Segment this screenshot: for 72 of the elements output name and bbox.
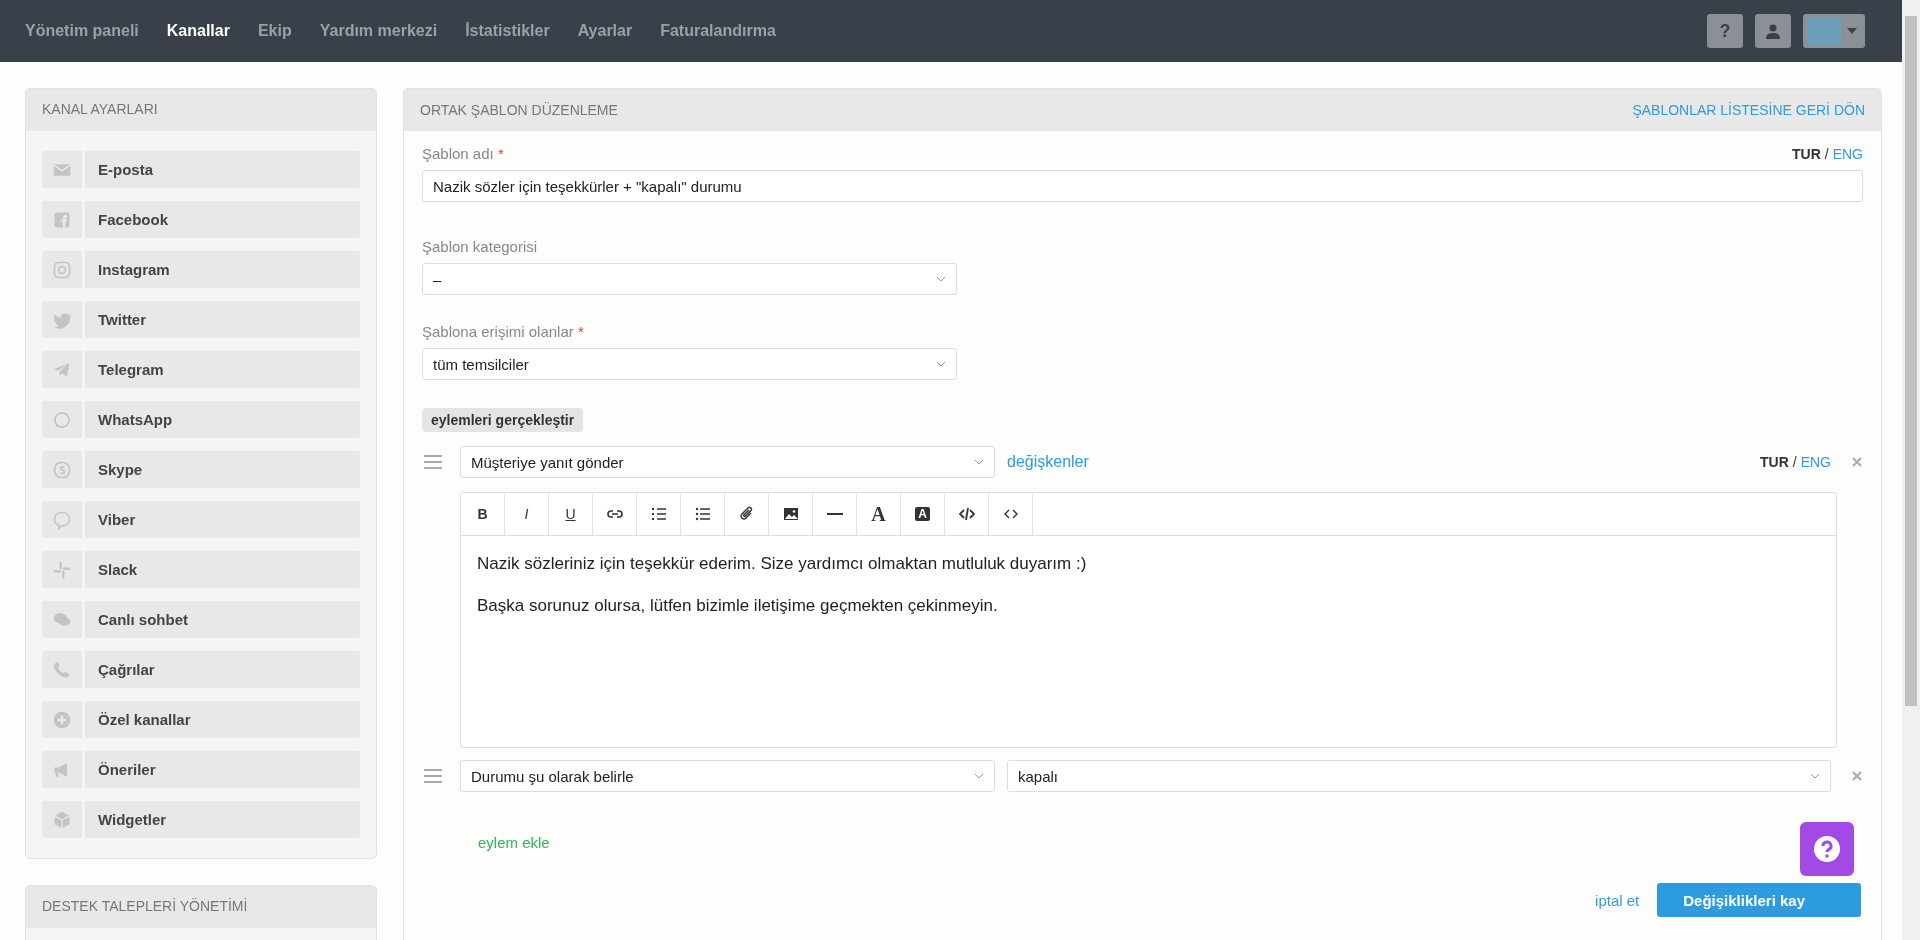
section-badge: eylemleri gerçekleştir bbox=[422, 408, 584, 432]
panel-title: KANAL AYARLARI bbox=[26, 89, 376, 131]
panel-title: ORTAK ŞABLON DÜZENLEME bbox=[420, 102, 618, 118]
channel-item[interactable]: Özel kanallar bbox=[85, 701, 360, 738]
avatar-placeholder bbox=[1807, 17, 1841, 45]
message-paragraph: Nazik sözleriniz için teşekkür ederim. Size yardımcı olmaktan mutluluk duyarım :) bbox=[477, 554, 1088, 574]
channel-item[interactable]: Telegram bbox=[85, 351, 360, 388]
slack-icon bbox=[52, 559, 72, 580]
caret-icon bbox=[1847, 28, 1857, 34]
message-paragraph: Başka sorunuz olursa, lütfen bizimle iletişime geçmekten çekinmeyin. bbox=[477, 596, 999, 616]
horizontal-rule-icon bbox=[826, 513, 843, 515]
channel-item[interactable]: Skype bbox=[85, 451, 360, 488]
bullet-list-icon bbox=[694, 506, 711, 522]
chevron-down-icon bbox=[974, 459, 984, 465]
field-label: Şablon adı * bbox=[422, 145, 504, 162]
plus-icon bbox=[52, 709, 72, 730]
input-field[interactable]: Nazik sözler için teşekkürler + "kapalı" durumu bbox=[422, 170, 1863, 202]
help-widget-button[interactable] bbox=[1800, 822, 1854, 876]
image-icon bbox=[782, 506, 799, 522]
paperclip-icon bbox=[738, 506, 755, 522]
drag-handle-icon[interactable] bbox=[424, 455, 442, 469]
nav-link[interactable]: Faturalandırma bbox=[660, 22, 776, 40]
select-field[interactable]: – bbox=[422, 263, 957, 295]
rich-text-editor[interactable]: B I U A A Nazik sözleriniz için teşekkür ederim. Size yardımcı olmaktan mutluluk duyarım :) Başka sorunuz olursa, lütfen bizimle iletişime geçmekten çekinmeyin. bbox=[460, 492, 1837, 748]
numbered-list-icon bbox=[650, 506, 667, 522]
user-button[interactable] bbox=[1755, 14, 1791, 48]
nav-link[interactable]: Ekip bbox=[257, 22, 292, 40]
select-field[interactable]: Müşteriye yanıt gönder bbox=[460, 446, 995, 478]
chevron-down-icon bbox=[1810, 773, 1820, 779]
language-tab[interactable]: TUR bbox=[1760, 454, 1789, 470]
instagram-icon bbox=[52, 259, 72, 280]
channel-item[interactable]: Çağrılar bbox=[85, 651, 360, 688]
nav-link[interactable]: Yardım merkezi bbox=[319, 22, 438, 40]
close-icon[interactable] bbox=[1851, 456, 1863, 468]
skype-icon bbox=[52, 459, 72, 480]
scrollbar[interactable] bbox=[1902, 0, 1920, 940]
nav-link[interactable]: Yönetim paneli bbox=[25, 22, 139, 40]
channel-item[interactable]: Öneriler bbox=[85, 751, 360, 788]
drag-handle-icon[interactable] bbox=[424, 769, 442, 783]
field-label: Şablon kategorisi bbox=[422, 238, 538, 255]
user-icon bbox=[1765, 23, 1781, 39]
channel-item[interactable]: E-posta bbox=[85, 151, 360, 188]
channel-item[interactable]: Instagram bbox=[85, 251, 360, 288]
phone-icon bbox=[52, 659, 72, 680]
close-icon[interactable] bbox=[1851, 770, 1863, 782]
nav-link[interactable]: Kanallar bbox=[166, 22, 230, 40]
language-separator: / bbox=[1824, 146, 1829, 162]
code-icon bbox=[958, 506, 975, 522]
box-icon bbox=[52, 809, 72, 830]
channel-item[interactable]: Slack bbox=[85, 551, 360, 588]
channel-item[interactable]: WhatsApp bbox=[85, 401, 360, 438]
channel-item[interactable]: Widgetler bbox=[85, 801, 360, 838]
language-tab[interactable]: TUR bbox=[1792, 146, 1821, 162]
channel-item[interactable]: Twitter bbox=[85, 301, 360, 338]
chevron-down-icon bbox=[936, 361, 946, 367]
field-label: Şablona erişimi olanlar * bbox=[422, 323, 584, 340]
language-separator: / bbox=[1792, 454, 1797, 470]
chevron-down-icon bbox=[974, 773, 984, 779]
chevron-down-icon bbox=[936, 276, 946, 282]
select-field[interactable]: Durumu şu olarak belirle bbox=[460, 760, 995, 792]
question-mark-icon bbox=[1812, 834, 1842, 864]
panel-title: DESTEK TALEPLERİ YÖNETİMİ bbox=[26, 886, 376, 928]
select-field[interactable]: tüm temsilciler bbox=[422, 348, 957, 380]
channel-item[interactable]: Canlı sohbet bbox=[85, 601, 360, 638]
channel-item[interactable]: Viber bbox=[85, 501, 360, 538]
nav-link[interactable]: Ayarlar bbox=[577, 22, 633, 40]
whatsapp-icon bbox=[52, 409, 72, 430]
select-field[interactable]: kapalı bbox=[1007, 760, 1831, 792]
bold-tool-button[interactable]: B bbox=[461, 493, 505, 535]
channel-item[interactable]: Facebook bbox=[85, 201, 360, 238]
viber-icon bbox=[52, 509, 72, 530]
nav-link[interactable]: İstatistikler bbox=[465, 22, 550, 40]
